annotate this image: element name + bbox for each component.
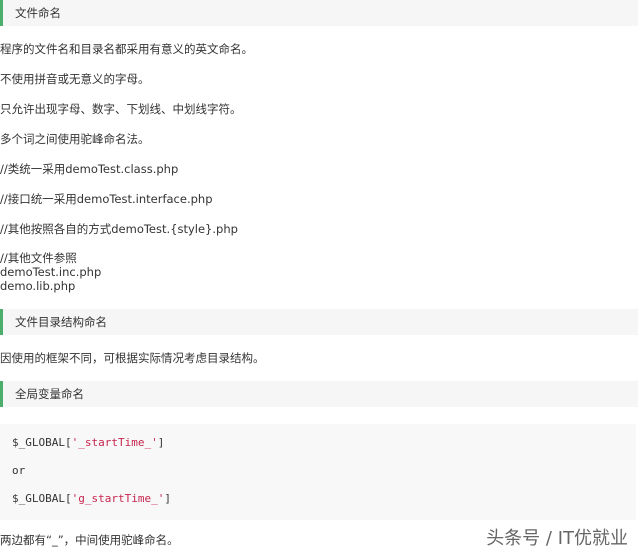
- code-variable: $_GLOBAL[: [12, 492, 72, 505]
- code-line: $_GLOBAL['_startTime_']: [12, 436, 164, 449]
- code-string: 'g_startTime_': [71, 492, 165, 505]
- paragraph: 不使用拼音或无意义的字母。: [0, 72, 150, 86]
- code-string: '_startTime_': [71, 436, 158, 449]
- code-bracket: ]: [157, 436, 165, 449]
- code-line: $_GLOBAL['g_startTime_']: [12, 492, 171, 505]
- code-bracket: ]: [164, 492, 171, 505]
- watermark: 头条号 / IT优就业: [486, 528, 628, 549]
- paragraph: //其他按照各自的方式demoTest.{style}.php: [0, 222, 238, 236]
- paragraph: //类统一采用demoTest.class.php: [0, 162, 179, 176]
- section-heading-file-naming: 文件命名: [0, 0, 638, 26]
- paragraph: 多个词之间使用驼峰命名法。: [0, 132, 150, 146]
- code-keyword: or: [12, 464, 26, 477]
- paragraph: 两边都有“_”，中间使用驼峰命名。: [0, 533, 179, 547]
- code-variable: $_GLOBAL[: [12, 436, 72, 449]
- paragraph: 程序的文件名和目录名都采用有意义的英文命名。: [0, 42, 253, 56]
- code-line: or: [12, 464, 25, 477]
- section-heading-dir-naming: 文件目录结构命名: [0, 309, 638, 335]
- paragraph: demo.lib.php: [0, 279, 76, 293]
- paragraph: 只允许出现字母、数字、下划线、中划线字符。: [0, 102, 242, 116]
- paragraph: demoTest.inc.php: [0, 265, 102, 279]
- code-block: $_GLOBAL['_startTime_'] or $_GLOBAL['g_s…: [0, 424, 636, 520]
- section-heading-global-naming: 全局变量命名: [0, 381, 638, 407]
- paragraph: 因使用的框架不同，可根据实际情况考虑目录结构。: [0, 351, 265, 365]
- paragraph: //其他文件参照: [0, 251, 77, 265]
- paragraph: //接口统一采用demoTest.interface.php: [0, 192, 213, 206]
